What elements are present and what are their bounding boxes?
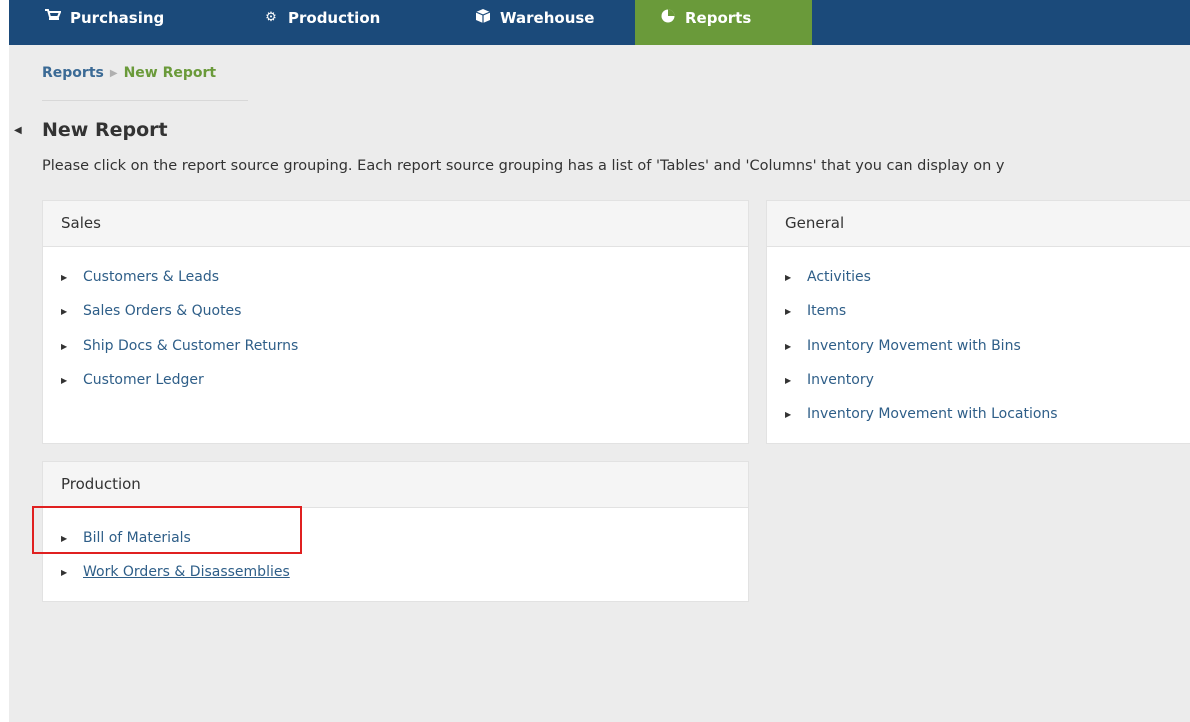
caret-right-icon: ▶ bbox=[61, 307, 68, 316]
breadcrumb-divider bbox=[42, 100, 248, 101]
caret-right-icon: ▶ bbox=[785, 376, 792, 385]
page-title: New Report bbox=[42, 119, 168, 141]
list-item-inventory[interactable]: ▶ Inventory bbox=[785, 370, 874, 390]
list-item-customers-leads[interactable]: ▶ Customers & Leads bbox=[61, 267, 219, 287]
panel-sales: Sales ▶ Customers & Leads ▶ Sales Orders &… bbox=[42, 200, 749, 444]
panel-general: General ▶ Activities ▶ Items ▶ Inventory Mo… bbox=[766, 200, 1190, 444]
caret-right-icon: ▶ bbox=[785, 307, 792, 316]
top-navbar: Purchasing ⚙ Production Warehouse Reports bbox=[9, 0, 1190, 45]
nav-item-reports[interactable]: Reports bbox=[635, 0, 812, 45]
list-item-ship-docs-customer-returns[interactable]: ▶ Ship Docs & Customer Returns bbox=[61, 336, 298, 356]
caret-right-icon: ▶ bbox=[785, 410, 792, 419]
nav-item-label: Warehouse bbox=[500, 9, 595, 27]
cart-icon bbox=[44, 0, 62, 36]
nav-item-label: Reports bbox=[685, 9, 752, 27]
app-window: Purchasing ⚙ Production Warehouse Reports bbox=[0, 0, 1190, 722]
caret-right-icon: ▶ bbox=[785, 342, 792, 351]
list-item-work-orders-disassemblies[interactable]: ▶ Work Orders & Disassemblies bbox=[61, 562, 290, 582]
caret-right-icon: ▶ bbox=[61, 534, 68, 543]
list-item-activities[interactable]: ▶ Activities bbox=[785, 267, 871, 287]
caret-right-icon: ▶ bbox=[61, 568, 68, 577]
list-item-inventory-movement-bins[interactable]: ▶ Inventory Movement with Bins bbox=[785, 336, 1021, 356]
panel-header-sales[interactable]: Sales bbox=[43, 201, 748, 247]
panel-header-general[interactable]: General bbox=[767, 201, 1190, 247]
breadcrumb-link-reports[interactable]: Reports bbox=[42, 65, 104, 81]
box-icon bbox=[474, 0, 492, 36]
nav-item-purchasing[interactable]: Purchasing bbox=[44, 0, 234, 45]
panel-production: Production ▶ Bill of Materials ▶ Work Orde… bbox=[42, 461, 749, 602]
nav-item-warehouse[interactable]: Warehouse bbox=[474, 0, 634, 45]
collapse-sidebar-icon[interactable]: ◀ bbox=[14, 125, 22, 136]
list-item-inventory-movement-locations[interactable]: ▶ Inventory Movement with Locations bbox=[785, 404, 1058, 424]
caret-right-icon: ▶ bbox=[61, 376, 68, 385]
list-item-sales-orders-quotes[interactable]: ▶ Sales Orders & Quotes bbox=[61, 301, 241, 321]
list-item-customer-ledger[interactable]: ▶ Customer Ledger bbox=[61, 370, 204, 390]
list-item-bill-of-materials[interactable]: ▶ Bill of Materials bbox=[61, 528, 191, 548]
caret-right-icon: ▶ bbox=[61, 342, 68, 351]
caret-right-icon: ▶ bbox=[61, 273, 68, 282]
nav-item-label: Production bbox=[288, 9, 381, 27]
list-item-items[interactable]: ▶ Items bbox=[785, 301, 846, 321]
panel-header-production[interactable]: Production bbox=[43, 462, 748, 508]
main-content: Reports ▶ New Report ◀ New Report Please c… bbox=[9, 45, 1190, 722]
breadcrumb-current: New Report bbox=[123, 65, 217, 81]
pie-chart-icon bbox=[659, 0, 677, 36]
left-edge-strip bbox=[0, 0, 9, 722]
nav-item-production[interactable]: ⚙ Production bbox=[262, 0, 452, 45]
breadcrumb: Reports ▶ New Report bbox=[42, 65, 216, 81]
caret-right-icon: ▶ bbox=[785, 273, 792, 282]
gears-icon: ⚙ bbox=[265, 10, 277, 25]
nav-item-label: Purchasing bbox=[70, 9, 165, 27]
breadcrumb-separator-icon: ▶ bbox=[109, 68, 118, 79]
page-instructions: Please click on the report source groupi… bbox=[42, 158, 1005, 174]
